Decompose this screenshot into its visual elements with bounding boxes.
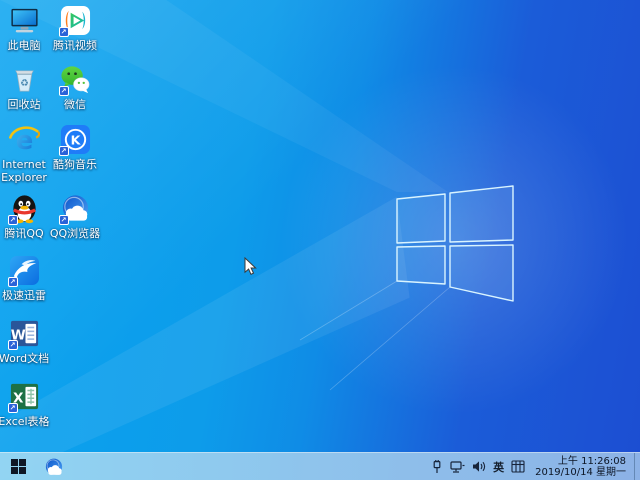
- clock-time: 上午 11:26:08: [535, 456, 626, 467]
- desktop-icon-qq-browser[interactable]: ↗ QQ浏览器: [43, 193, 107, 240]
- desktop-icon-thunder[interactable]: ↗ 极速迅雷: [0, 255, 56, 302]
- windows-start-icon: [11, 459, 26, 474]
- qq-browser-icon: ↗: [60, 193, 91, 224]
- excel-icon: X ↗: [9, 381, 40, 412]
- recycle-bin-icon: ♻: [9, 64, 40, 95]
- svg-text:K: K: [70, 132, 81, 147]
- mouse-cursor: [244, 257, 257, 276]
- volume-icon[interactable]: [472, 460, 486, 473]
- thunder-icon: ↗: [9, 255, 40, 286]
- icon-label: 酷狗音乐: [43, 158, 107, 171]
- network-icon[interactable]: [450, 460, 465, 474]
- ime-mode-icon[interactable]: [511, 460, 525, 473]
- desktop-icon-wechat[interactable]: ↗ 微信: [43, 64, 107, 111]
- kugou-music-icon: K ↗: [60, 124, 91, 155]
- clock-date: 2019/10/14 星期一: [535, 467, 626, 478]
- svg-text:♻: ♻: [20, 78, 29, 89]
- start-button[interactable]: [0, 453, 36, 480]
- shortcut-arrow-icon: ↗: [8, 277, 18, 287]
- shortcut-arrow-icon: ↗: [59, 27, 69, 37]
- icon-label: 极速迅雷: [0, 289, 56, 302]
- desktop-icon-word[interactable]: W ↗ Word文档: [0, 318, 56, 365]
- icon-label: 腾讯视频: [43, 39, 107, 52]
- icon-label: Word文档: [0, 352, 56, 365]
- desktop-icon-kugou-music[interactable]: K ↗ 酷狗音乐: [43, 124, 107, 171]
- desktop-icon-tencent-video[interactable]: ↗ 腾讯视频: [43, 5, 107, 52]
- tencent-qq-icon: ↗: [9, 193, 40, 224]
- shortcut-arrow-icon: ↗: [59, 215, 69, 225]
- taskbar-clock[interactable]: 上午 11:26:08 2019/10/14 星期一: [535, 456, 626, 478]
- system-tray: 英: [431, 459, 525, 475]
- taskbar: 英 上午 11:26:08 2019/10/14 星期一: [0, 452, 640, 480]
- word-icon: W ↗: [9, 318, 40, 349]
- icon-label: 微信: [43, 98, 107, 111]
- this-pc-icon: [9, 5, 40, 36]
- ime-language-indicator[interactable]: 英: [493, 459, 504, 475]
- shortcut-arrow-icon: ↗: [59, 146, 69, 156]
- windows-desktop: 此电脑 ↗ 腾讯视频 ♻ 回收站: [0, 0, 640, 480]
- show-desktop-button[interactable]: [634, 453, 640, 480]
- desktop-icon-excel[interactable]: X ↗ Excel表格: [0, 381, 56, 428]
- icon-label: Excel表格: [0, 415, 56, 428]
- tencent-video-icon: ↗: [60, 5, 91, 36]
- qq-browser-taskbar-icon: [44, 457, 64, 477]
- icon-label: QQ浏览器: [43, 227, 107, 240]
- shortcut-arrow-icon: ↗: [8, 403, 18, 413]
- taskbar-qq-browser-button[interactable]: [36, 453, 72, 480]
- shortcut-arrow-icon: ↗: [8, 340, 18, 350]
- shortcut-arrow-icon: ↗: [8, 215, 18, 225]
- usb-icon[interactable]: [431, 460, 443, 474]
- shortcut-arrow-icon: ↗: [59, 86, 69, 96]
- internet-explorer-icon: e: [9, 124, 40, 155]
- wechat-icon: ↗: [60, 64, 91, 95]
